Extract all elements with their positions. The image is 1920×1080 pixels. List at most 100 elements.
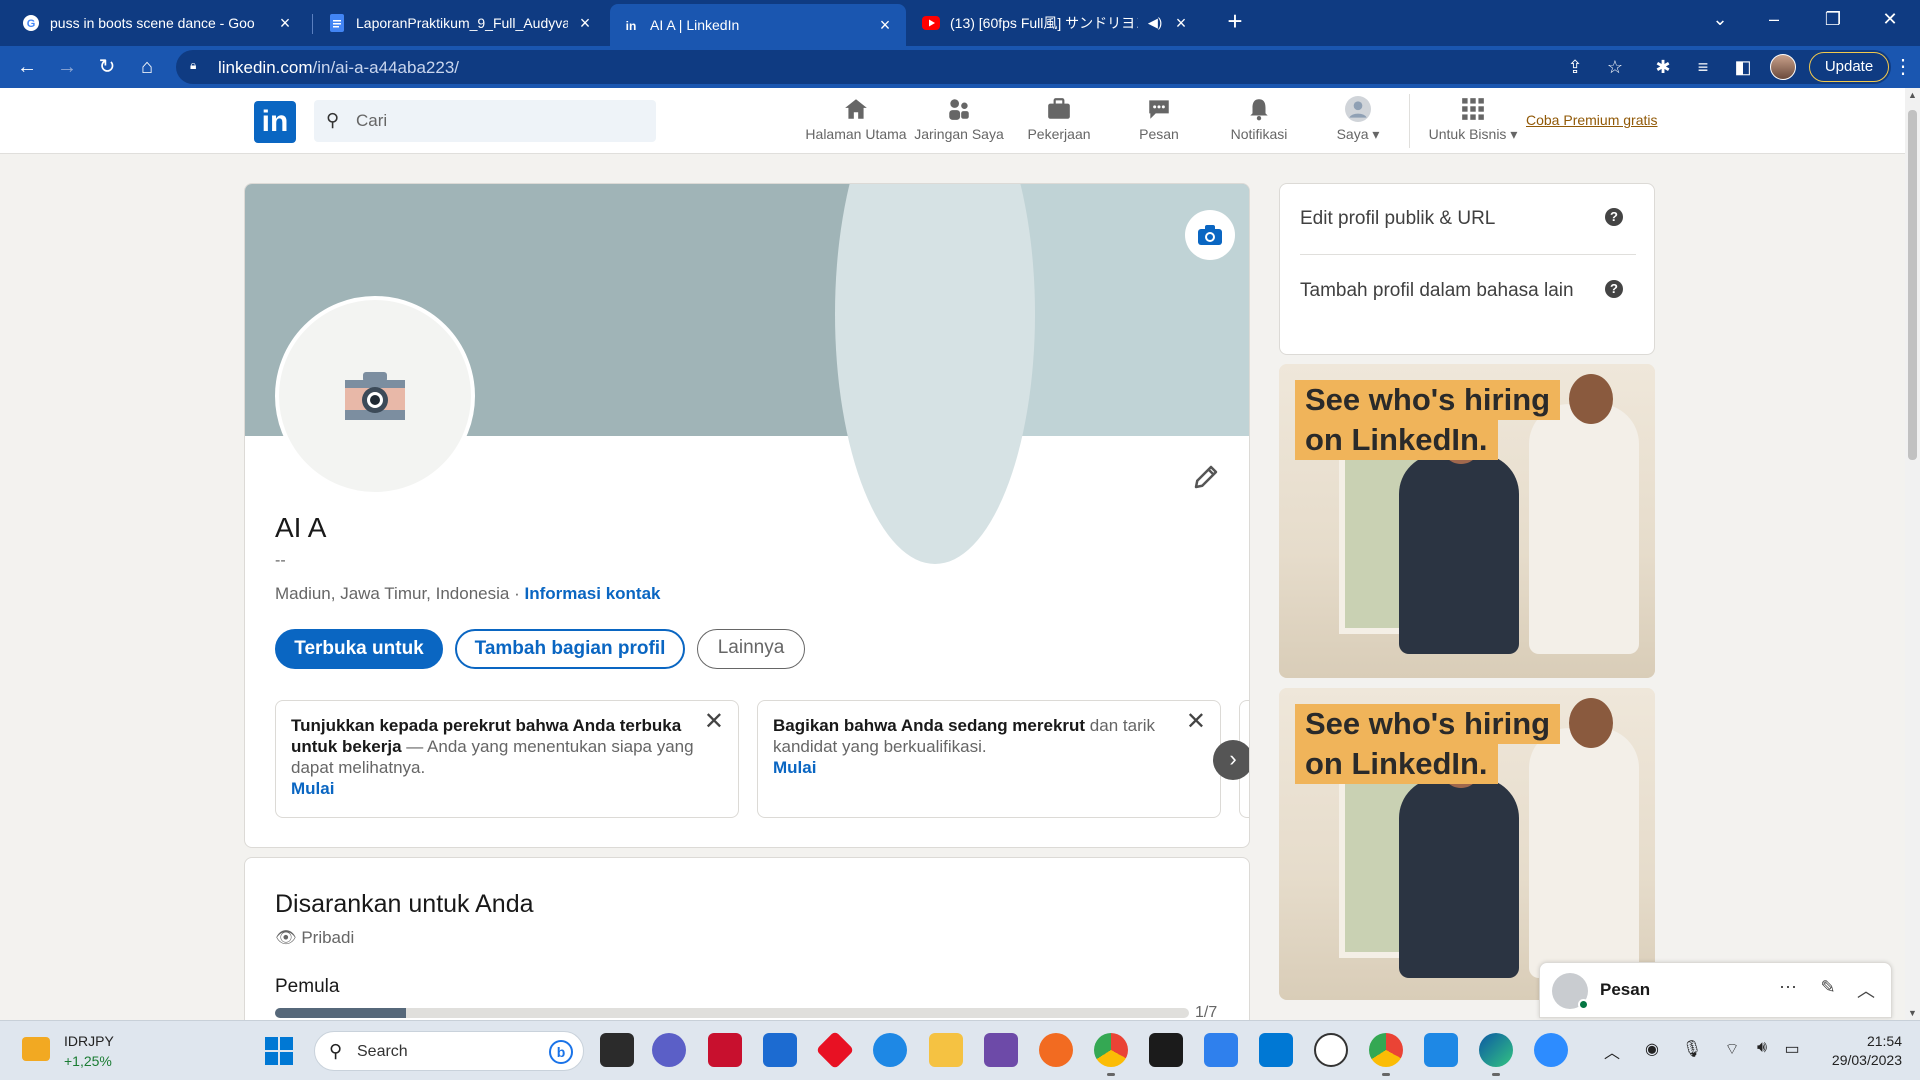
lock-icon[interactable]: 🔒︎ [190,58,204,76]
close-icon[interactable]: ✕ [704,710,724,734]
close-tab-icon[interactable]: × [876,15,894,36]
app-tray-icon[interactable]: ◉ [1641,1039,1663,1059]
nav-messaging[interactable]: Pesan [1103,96,1215,152]
search-input[interactable]: ⚲ Cari [314,100,656,142]
star-icon[interactable]: ☆ [1602,54,1628,80]
nav-home[interactable]: Halaman Utama [800,96,912,152]
forward-icon[interactable]: → [52,52,82,82]
more-options-icon[interactable]: ⋯ [1776,977,1800,998]
nav-for-business-label: Untuk Bisnis [1428,126,1507,142]
close-tab-icon[interactable]: × [576,13,594,34]
app-cube-icon[interactable] [984,1033,1018,1067]
prompt-start-link[interactable]: Mulai [773,757,1180,778]
edit-banner-button[interactable] [1185,210,1235,260]
app-blue-icon[interactable] [873,1033,907,1067]
ad-headline-2: on LinkedIn. [1295,744,1498,784]
profile-name: AI A [275,512,327,543]
microphone-icon[interactable]: 🎙︎ [1681,1039,1703,1059]
app-photos-icon[interactable] [1204,1033,1238,1067]
browser-toolbar: ← → ↻ ⌂ 🔒︎ linkedin.com/in/ai-a-a44aba22… [0,46,1920,88]
chrome-icon[interactable] [1369,1033,1403,1067]
taskbar-search[interactable]: ⚲ Search b [314,1031,584,1071]
battery-icon[interactable]: ▭ [1781,1039,1803,1059]
task-view-icon[interactable] [600,1033,634,1067]
running-indicator [1107,1073,1115,1076]
close-icon[interactable]: ✕ [1186,710,1206,734]
back-icon[interactable]: ← [12,52,42,82]
linkedin-logo[interactable]: in [254,101,296,143]
minimize-icon[interactable]: – [1754,4,1794,34]
ad-headline-1: See who's hiring [1295,380,1561,420]
premium-link[interactable]: Coba Premium gratis [1526,112,1658,128]
edit-public-profile-link[interactable]: Edit profil publik & URL [1300,204,1495,233]
address-bar[interactable]: 🔒︎ linkedin.com/in/ai-a-a44aba223/ [176,50,1891,84]
home-icon[interactable]: ⌂ [132,52,162,82]
scroll-down-icon[interactable]: ▼ [1907,1008,1918,1018]
tab-search-icon[interactable]: ⌄ [1700,4,1740,34]
volume-icon[interactable]: 🔊︎ [1751,1039,1773,1057]
app-orange-icon[interactable] [1039,1033,1073,1067]
cypress-icon[interactable] [1314,1033,1348,1067]
add-profile-section-button[interactable]: Tambah bagian profil [455,629,685,669]
scroll-up-icon[interactable]: ▲ [1907,90,1918,100]
close-tab-icon[interactable]: × [1172,13,1190,34]
compose-icon[interactable]: ✎ [1816,977,1840,998]
hiring-ad[interactable]: See who's hiring on LinkedIn. [1279,688,1655,1000]
page-scrollbar[interactable]: ▲ ▼ [1905,88,1920,1020]
file-explorer-icon[interactable] [929,1033,963,1067]
restore-icon[interactable]: ❐ [1813,4,1853,34]
close-window-icon[interactable]: ✕ [1870,4,1910,34]
divider [1300,254,1636,255]
close-tab-icon[interactable]: × [276,13,294,34]
nav-me[interactable]: Saya ▾ [1303,96,1413,152]
chevron-up-icon[interactable]: ︿ [1854,977,1878,1003]
tab-docs[interactable]: LaporanPraktikum_9_Full_Audyva × [316,4,606,42]
update-button[interactable]: Update [1809,52,1889,82]
notepad-icon[interactable] [1424,1033,1458,1067]
nav-network[interactable]: Jaringan Saya [903,96,1015,152]
start-button[interactable] [265,1037,293,1065]
nav-for-business[interactable]: Untuk Bisnis ▾ [1418,96,1528,152]
tab-linkedin[interactable]: in AI A | LinkedIn × [610,4,906,46]
chevron-up-icon[interactable]: ︿ [1601,1039,1623,1063]
tab-google-search[interactable]: G puss in boots scene dance - Goo × [10,4,306,42]
share-icon[interactable]: ⇪ [1562,54,1588,80]
profile-avatar[interactable] [1770,54,1796,80]
edit-pencil-icon[interactable] [1191,462,1221,492]
store-icon[interactable] [763,1033,797,1067]
prompt-start-link[interactable]: Mulai [291,778,698,799]
chrome-icon[interactable] [1094,1033,1128,1067]
nav-jobs[interactable]: Pekerjaan [1003,96,1115,152]
add-language-profile-link[interactable]: Tambah profil dalam bahasa lain [1300,276,1580,305]
new-tab-button[interactable]: + [1220,6,1250,36]
bing-icon[interactable]: b [549,1040,573,1064]
teams-chat-icon[interactable] [652,1033,686,1067]
tab-youtube[interactable]: (13) [60fps Full風] サンドリヨン ◀) × [910,4,1202,42]
open-to-button[interactable]: Terbuka untuk [275,629,443,669]
messaging-overlay[interactable]: Pesan ⋯ ✎ ︿ [1539,962,1892,1018]
svg-text:G: G [27,18,36,30]
nav-notifications[interactable]: Notifikasi [1203,96,1315,152]
vscode-icon[interactable] [1259,1033,1293,1067]
zoom-icon[interactable] [1534,1033,1568,1067]
contact-info-link[interactable]: Informasi kontak [524,584,660,603]
system-clock[interactable]: 21:54 29/03/2023 [1822,1032,1902,1070]
extensions-icon[interactable]: ✱ [1650,54,1676,80]
menu-kebab-icon[interactable]: ⋮ [1893,54,1913,79]
hiring-ad[interactable]: See who's hiring on LinkedIn. [1279,364,1655,678]
scrollbar-thumb[interactable] [1908,110,1917,460]
speaker-icon[interactable]: ◀) [1146,15,1164,31]
side-panel-icon[interactable]: ◧ [1730,54,1756,80]
mcafee-icon[interactable] [708,1033,742,1067]
help-icon[interactable]: ? [1605,280,1623,298]
intellij-icon[interactable] [1149,1033,1183,1067]
more-button[interactable]: Lainnya [697,629,805,669]
app-red-icon[interactable] [815,1030,855,1070]
profile-photo-placeholder[interactable] [275,296,475,496]
edge-icon[interactable] [1479,1033,1513,1067]
reload-icon[interactable]: ↻ [92,52,122,82]
help-icon[interactable]: ? [1605,208,1623,226]
carousel-next-button[interactable]: › [1213,740,1249,780]
wifi-icon[interactable]: ⌔ [1721,1039,1743,1059]
media-queue-icon[interactable]: ≡ [1690,54,1716,80]
